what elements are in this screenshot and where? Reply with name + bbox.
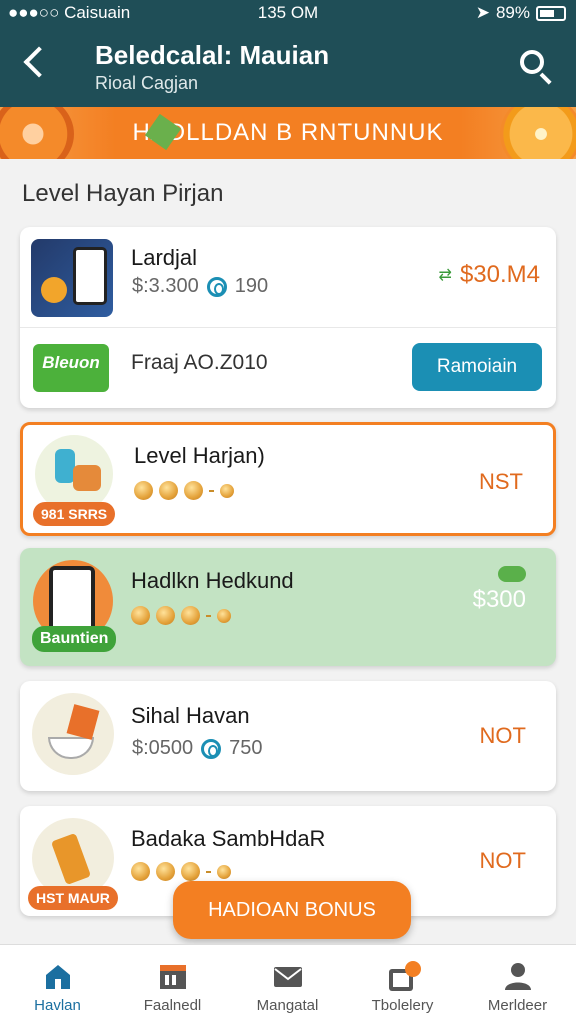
fruit-icon [0, 107, 74, 159]
page-title: Beledcalal: Mauian [95, 40, 330, 70]
item-price: $:0500 [132, 737, 194, 759]
item-name: Level Harjan) [134, 443, 265, 468]
banner-text: HADLLDAN B RNTUNNUK [132, 119, 444, 146]
nav-label: Havlan [34, 997, 81, 1014]
item-points: 750 [229, 737, 263, 759]
claim-button[interactable]: Ramoiain [412, 343, 542, 391]
level-dots [131, 862, 231, 881]
item-status: NST [479, 469, 523, 494]
home-icon [42, 961, 74, 991]
coin-icon [201, 738, 222, 759]
bottom-nav: Havlan Faalnedl Mangatal Tbolelery Merld… [0, 944, 576, 1024]
battery-percent: 89% [495, 3, 530, 22]
nav-item-home[interactable]: Havlan [0, 945, 115, 1024]
item-card[interactable]: Sihal Havan $:0500 750 NOT [20, 681, 556, 791]
item-name: Lardjal [131, 245, 198, 270]
user-icon [502, 961, 534, 991]
orange-icon [500, 107, 576, 159]
battery-icon [536, 5, 566, 21]
item-status: NOT [479, 723, 526, 748]
exchange-icon: ⇄ [438, 267, 452, 284]
page-subtitle: Rioal Cagjan [95, 73, 199, 93]
app-thumbnail-icon [31, 239, 113, 317]
item-status: NOT [479, 848, 526, 873]
item-reward: $300 [472, 586, 526, 613]
item-card-selected[interactable]: 981 SRRS Level Harjan) NST [20, 422, 556, 536]
location-icon: ➤ [475, 3, 490, 22]
nav-label: Mangatal [256, 997, 319, 1014]
gift-icon [498, 566, 526, 582]
section-title: Level Hayan Pirjan [22, 180, 224, 207]
bonus-button[interactable]: HADIOAN BONUS [173, 881, 411, 939]
nav-label: Merldeer [487, 997, 548, 1014]
promo-tag: Bleuon [33, 344, 109, 392]
item-badge: HST MAUR [28, 886, 118, 910]
item-badge: Bauntien [32, 626, 117, 652]
divider [20, 327, 556, 328]
back-button[interactable] [22, 42, 52, 82]
store-icon [157, 961, 189, 991]
item-name: Badaka SambHdaR [131, 826, 326, 851]
nav-label: Tbolelery [371, 997, 434, 1014]
nav-item-wallet[interactable]: Tbolelery [345, 945, 460, 1024]
search-icon [520, 50, 544, 74]
coin-icon [206, 276, 227, 297]
status-bar: ●●●○○ Caisuain 135 OM ➤ 89% [0, 0, 576, 26]
promo-banner[interactable]: HADLLDAN B RNTUNNUK [0, 107, 576, 159]
item-price: $:3.300 [132, 275, 199, 297]
nav-item-store[interactable]: Faalnedl [115, 945, 230, 1024]
bowl-icon [32, 693, 114, 775]
nav-item-mail[interactable]: Mangatal [230, 945, 345, 1024]
item-reward: $30.M4 [459, 261, 540, 288]
wallet-icon [387, 961, 421, 991]
item-card[interactable]: Bauntien Hadlkn Hedkund $300 [20, 548, 556, 666]
app-header: ●●●○○ Caisuain 135 OM ➤ 89% Beledcalal: … [0, 0, 576, 107]
item-name: Hadlkn Hedkund [131, 568, 294, 593]
level-dots [134, 481, 234, 500]
item-badge: 981 SRRS [33, 502, 116, 526]
nav-label: Faalnedl [143, 997, 202, 1014]
search-button[interactable] [518, 48, 554, 85]
item-points: 190 [234, 275, 269, 297]
mail-icon [272, 961, 304, 991]
nav-item-profile[interactable]: Merldeer [460, 945, 575, 1024]
item-card[interactable]: Lardjal $:3.300 190 ⇄ $30.M4 Bleuon Fraa… [20, 227, 556, 408]
level-dots [131, 606, 231, 625]
item-name: Sihal Havan [131, 703, 250, 728]
promo-text: Fraaj AO.Z010 [131, 351, 268, 374]
